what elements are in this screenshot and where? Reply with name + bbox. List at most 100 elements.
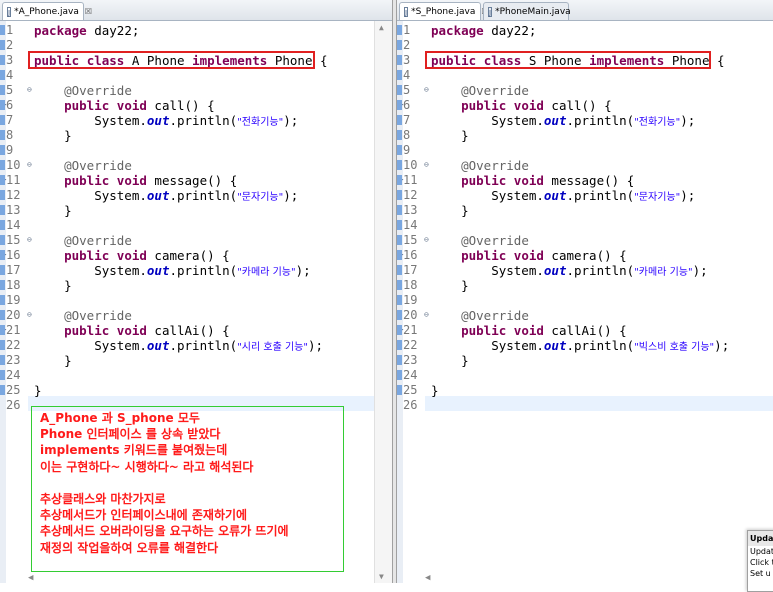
- change-marker: [0, 235, 5, 245]
- line-number: 14: [403, 218, 418, 232]
- change-marker: [0, 85, 5, 95]
- change-marker: [0, 55, 5, 65]
- code-line[interactable]: public void message() {: [34, 173, 237, 188]
- tab-a-phone[interactable]: J *A_Phone.java ☒: [2, 2, 92, 20]
- change-marker: [397, 340, 402, 350]
- tab-s-phone[interactable]: J *S_Phone.java ☒: [399, 2, 489, 20]
- change-marker: [0, 385, 5, 395]
- java-file-icon: J: [7, 6, 12, 17]
- scroll-left-icon[interactable]: ◀: [28, 573, 33, 583]
- code-line[interactable]: }: [431, 128, 469, 143]
- vertical-scrollbar[interactable]: ▲ ▼: [374, 21, 392, 583]
- fold-toggle-icon[interactable]: ⊖: [27, 235, 32, 244]
- change-marker: [397, 385, 402, 395]
- line-number: 12: [6, 188, 21, 202]
- code-line[interactable]: }: [431, 203, 469, 218]
- code-line[interactable]: @Override: [34, 308, 132, 323]
- code-line[interactable]: @Override: [34, 158, 132, 173]
- scroll-left-icon[interactable]: ◀: [425, 573, 430, 583]
- code-line[interactable]: System.out.println("카메라 기능");: [431, 263, 707, 280]
- code-line[interactable]: package day22;: [431, 23, 536, 38]
- line-number: 13: [403, 203, 418, 217]
- code-line[interactable]: public void call() {: [431, 98, 612, 113]
- change-marker: [0, 280, 5, 290]
- change-marker: [0, 70, 5, 80]
- line-number: 12: [403, 188, 418, 202]
- change-marker: [397, 190, 402, 200]
- line-number: 13: [6, 203, 21, 217]
- code-line[interactable]: @Override: [431, 308, 529, 323]
- tab-label: *S_Phone.java: [411, 6, 476, 17]
- code-line[interactable]: }: [34, 353, 72, 368]
- change-marker: [397, 205, 402, 215]
- line-number: 26: [6, 398, 21, 412]
- change-marker: [397, 235, 402, 245]
- code-line[interactable]: public void message() {: [431, 173, 634, 188]
- line-number: 23: [403, 353, 418, 367]
- code-line[interactable]: }: [34, 203, 72, 218]
- fold-toggle-icon[interactable]: ⊖: [27, 85, 32, 94]
- scroll-down-icon[interactable]: ▼: [379, 572, 384, 581]
- line-number: 21: [403, 323, 418, 337]
- line-number: 19: [403, 293, 418, 307]
- line-number: 18: [403, 278, 418, 292]
- code-line[interactable]: System.out.println("시리 호출 기능");: [34, 338, 323, 355]
- code-line[interactable]: System.out.println("전화기능");: [34, 113, 298, 130]
- fold-toggle-icon[interactable]: ⊖: [424, 160, 429, 169]
- line-number: 18: [6, 278, 21, 292]
- code-line[interactable]: }: [431, 383, 439, 398]
- popup-line[interactable]: Set u: [748, 568, 773, 579]
- code-line[interactable]: public void callAi() {: [34, 323, 230, 338]
- code-line[interactable]: System.out.println("전화기능");: [431, 113, 695, 130]
- current-line-highlight: [425, 396, 773, 411]
- change-marker: [397, 370, 402, 380]
- code-line[interactable]: package day22;: [34, 23, 139, 38]
- code-line[interactable]: System.out.println("문자기능");: [431, 188, 695, 205]
- code-line[interactable]: System.out.println("문자기능");: [34, 188, 298, 205]
- change-marker: [0, 340, 5, 350]
- fold-toggle-icon[interactable]: ⊖: [27, 310, 32, 319]
- code-line[interactable]: public void callAi() {: [431, 323, 627, 338]
- change-marker: [0, 160, 5, 170]
- code-line[interactable]: }: [34, 278, 72, 293]
- change-marker: [397, 250, 402, 260]
- code-line[interactable]: @Override: [431, 158, 529, 173]
- code-line[interactable]: @Override: [431, 233, 529, 248]
- close-tab-icon[interactable]: ☒: [85, 7, 92, 16]
- scroll-up-icon[interactable]: ▲: [379, 23, 384, 32]
- change-marker: [0, 220, 5, 230]
- fold-toggle-icon[interactable]: ⊖: [424, 235, 429, 244]
- popup-line: Updat: [750, 547, 773, 556]
- code-line[interactable]: }: [34, 128, 72, 143]
- code-line[interactable]: @Override: [34, 83, 132, 98]
- class-declaration-highlight: [28, 51, 315, 69]
- line-number: 26: [403, 398, 418, 412]
- change-marker: [0, 295, 5, 305]
- fold-toggle-icon[interactable]: ⊖: [424, 310, 429, 319]
- change-marker: [0, 310, 5, 320]
- line-number: 24: [6, 368, 21, 382]
- code-line[interactable]: System.out.println("카메라 기능");: [34, 263, 310, 280]
- code-line[interactable]: public void call() {: [34, 98, 215, 113]
- line-number: 17: [6, 263, 21, 277]
- change-marker: [0, 370, 5, 380]
- line-number: 25: [403, 383, 418, 397]
- line-number: 15: [6, 233, 21, 247]
- fold-toggle-icon[interactable]: ⊖: [27, 160, 32, 169]
- code-line[interactable]: }: [431, 353, 469, 368]
- change-marker: [397, 145, 402, 155]
- code-line[interactable]: System.out.println("빅스비 호출 기능");: [431, 338, 729, 355]
- code-line[interactable]: public void camera() {: [34, 248, 230, 263]
- line-number: 2: [6, 38, 14, 52]
- code-line[interactable]: @Override: [431, 83, 529, 98]
- line-number: 16: [403, 248, 418, 262]
- note-line: 재정의 작업을하여 오류를 해결한다: [40, 540, 219, 555]
- tab-phone-main[interactable]: J *PhoneMain.java: [483, 2, 571, 20]
- line-number: 15: [403, 233, 418, 247]
- fold-toggle-icon[interactable]: ⊖: [424, 85, 429, 94]
- code-line[interactable]: }: [34, 383, 42, 398]
- code-line[interactable]: }: [431, 278, 469, 293]
- code-line[interactable]: public void camera() {: [431, 248, 627, 263]
- code-line[interactable]: @Override: [34, 233, 132, 248]
- popup-line[interactable]: Click t: [748, 557, 773, 568]
